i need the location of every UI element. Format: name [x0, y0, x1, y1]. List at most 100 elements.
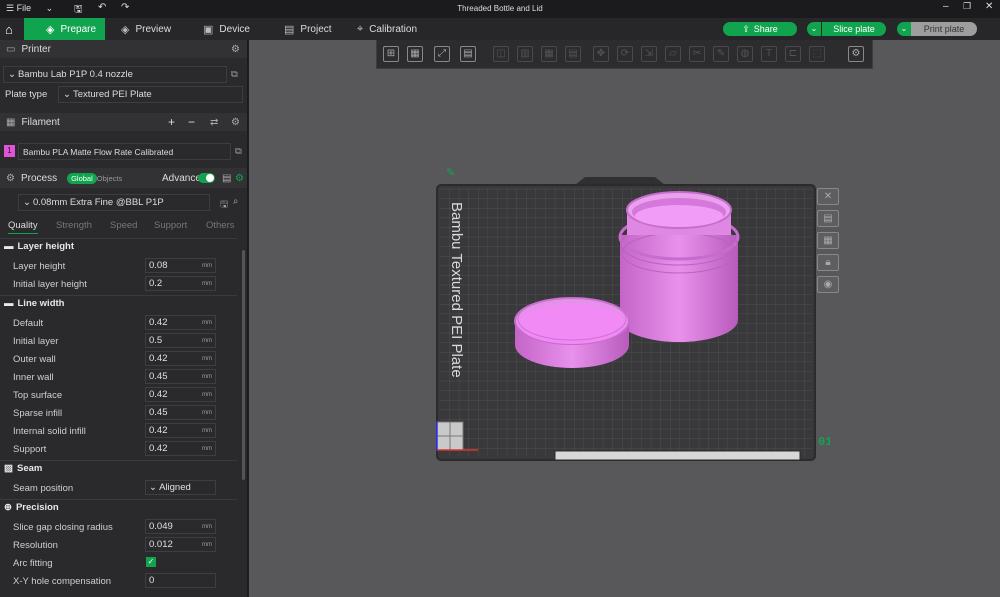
seam-paint-icon[interactable]: ◍: [737, 46, 753, 62]
add-object-icon[interactable]: ⊞: [383, 46, 399, 62]
edit-icon[interactable]: ⧉: [235, 146, 242, 157]
layer-height-icon: ▬: [4, 241, 14, 252]
share-icon: ⇪: [742, 23, 750, 34]
line-width-default-input[interactable]: 0.42 mm: [145, 315, 216, 330]
delete-plate-icon[interactable]: ✕: [817, 188, 839, 205]
layers-icon[interactable]: ▤: [565, 46, 581, 62]
tab-others[interactable]: Others: [206, 220, 235, 231]
line-width-inner-input[interactable]: 0.45 mm: [145, 369, 216, 384]
slice-dropdown[interactable]: ⌄: [807, 22, 821, 36]
bottle-model: [618, 191, 740, 342]
tab-calibration[interactable]: ⌖ Calibration: [357, 18, 417, 40]
tab-strength[interactable]: Strength: [56, 220, 92, 231]
gear-icon[interactable]: ⚙: [231, 44, 240, 55]
scale-icon[interactable]: ⇲: [641, 46, 657, 62]
orient-icon[interactable]: ◫: [493, 46, 509, 62]
initial-layer-height-input[interactable]: 0.2 mm: [145, 276, 216, 291]
seam-icon: ▨: [4, 463, 13, 474]
tab-support[interactable]: Support: [154, 220, 187, 231]
sync-icon[interactable]: ⇄: [210, 117, 218, 128]
resolution-input[interactable]: 0.012 mm: [145, 537, 216, 552]
support-paint-icon[interactable]: ✎: [713, 46, 729, 62]
calibration-icon: ⌖: [357, 22, 364, 35]
plate-bottom-strip: [554, 450, 801, 461]
toggle-global[interactable]: Global: [67, 172, 97, 184]
edit-icon[interactable]: ⧉: [231, 69, 238, 80]
tab-project[interactable]: ▤ Project: [284, 18, 332, 40]
window-title: Threaded Bottle and Lid: [457, 4, 543, 13]
arc-fitting-checkbox[interactable]: ✓: [146, 557, 156, 567]
plate-type-label: Plate type: [5, 89, 48, 100]
slice-gap-input[interactable]: 0.049 mm: [145, 519, 216, 534]
eye-icon[interactable]: ◉: [817, 276, 839, 293]
gear-icon[interactable]: ⚙: [231, 117, 240, 128]
print-dropdown[interactable]: ⌄: [897, 22, 911, 36]
move-icon[interactable]: ✥: [593, 46, 609, 62]
tab-prepare[interactable]: ◈ Prepare: [24, 18, 105, 40]
home-icon[interactable]: ⌂: [5, 18, 13, 40]
arrange-plate-icon[interactable]: ▤: [817, 210, 839, 227]
plate-icon[interactable]: ▦: [541, 46, 557, 62]
setting-label: Top surface: [13, 390, 63, 401]
group-layer-height: ▬ Layer height: [0, 238, 237, 254]
text-icon[interactable]: T: [761, 46, 777, 62]
grid-icon[interactable]: ▦: [407, 46, 423, 62]
lock-icon[interactable]: 🔒︎: [817, 254, 839, 271]
seam-position-select[interactable]: ⌄ Aligned: [145, 480, 216, 495]
restore-icon[interactable]: ❐: [963, 1, 971, 12]
compare-icon[interactable]: ▤: [222, 173, 231, 184]
tab-quality[interactable]: Quality: [8, 220, 38, 234]
add-icon[interactable]: +: [168, 115, 175, 129]
setting-label: X-Y hole compensation: [13, 576, 112, 587]
device-icon: ▣: [203, 23, 214, 36]
plate-label: Bambu Textured PEI Plate: [448, 202, 465, 378]
rotate-icon[interactable]: ⟳: [617, 46, 633, 62]
assembly-icon[interactable]: ⬚: [809, 46, 825, 62]
minimize-icon[interactable]: –: [943, 1, 949, 12]
toggle-objects[interactable]: Objects: [97, 174, 122, 183]
tab-speed[interactable]: Speed: [110, 220, 137, 231]
plate-edit-icon[interactable]: ✎: [446, 167, 455, 179]
advance-label: Advance: [162, 172, 201, 184]
line-width-support-input[interactable]: 0.42 mm: [145, 441, 216, 456]
filament-section-header[interactable]: ▦ Filament + − ⇄ ⚙: [0, 113, 247, 131]
printer-section-header[interactable]: ▭ Printer ⚙: [0, 40, 247, 58]
tab-device[interactable]: ▣ Device: [203, 18, 250, 40]
split-icon[interactable]: ▥: [517, 46, 533, 62]
filament-select[interactable]: Bambu PLA Matte Flow Rate Calibrated: [18, 143, 231, 160]
line-width-sparse-input[interactable]: 0.45 mm: [145, 405, 216, 420]
share-button[interactable]: ⇪ Share: [723, 22, 797, 36]
print-plate-button[interactable]: Print plate: [911, 22, 977, 36]
close-icon[interactable]: ✕: [985, 1, 993, 12]
setting-label: Arc fitting: [13, 558, 53, 569]
line-width-outer-input[interactable]: 0.42 mm: [145, 351, 216, 366]
group-seam: ▨ Seam: [0, 460, 237, 476]
sidebar-scrollbar[interactable]: [242, 250, 245, 480]
arrange-icon[interactable]: ⤢: [434, 46, 450, 62]
filament-slot-swatch[interactable]: 1: [4, 145, 15, 157]
cut-icon[interactable]: ✂: [689, 46, 705, 62]
view-settings-icon[interactable]: ⚙: [848, 46, 864, 62]
save-icon[interactable]: 🖫: [220, 197, 228, 213]
setting-label: Seam position: [13, 483, 74, 494]
search-icon[interactable]: ⌕: [233, 196, 238, 207]
plate-settings-icon[interactable]: ▦: [817, 232, 839, 249]
advance-toggle[interactable]: [198, 173, 215, 183]
process-preset-select[interactable]: ⌄ 0.08mm Extra Fine @BBL P1P: [18, 194, 210, 211]
build-plate[interactable]: Bambu Textured PEI Plate 01 ✎: [430, 160, 830, 465]
slice-plate-button[interactable]: Slice plate: [822, 22, 886, 36]
remove-icon[interactable]: −: [188, 115, 195, 129]
layer-height-input[interactable]: 0.08 mm: [145, 258, 216, 273]
measure-icon[interactable]: ⊏: [785, 46, 801, 62]
chevron-down-icon: ⌄: [23, 197, 31, 208]
printer-select[interactable]: ⌄ Bambu Lab P1P 0.4 nozzle: [3, 66, 227, 83]
settings-icon[interactable]: ⚙: [235, 173, 244, 184]
line-width-initial-input[interactable]: 0.5 mm: [145, 333, 216, 348]
line-width-internal-input[interactable]: 0.42 mm: [145, 423, 216, 438]
tab-preview[interactable]: ◈ Preview: [121, 18, 171, 40]
lay-flat-icon[interactable]: ▱: [665, 46, 681, 62]
line-width-top-input[interactable]: 0.42 mm: [145, 387, 216, 402]
plate-type-select[interactable]: ⌄ Textured PEI Plate: [58, 86, 243, 103]
xy-hole-input[interactable]: 0: [145, 573, 216, 588]
layout-icon[interactable]: ▤: [460, 46, 476, 62]
